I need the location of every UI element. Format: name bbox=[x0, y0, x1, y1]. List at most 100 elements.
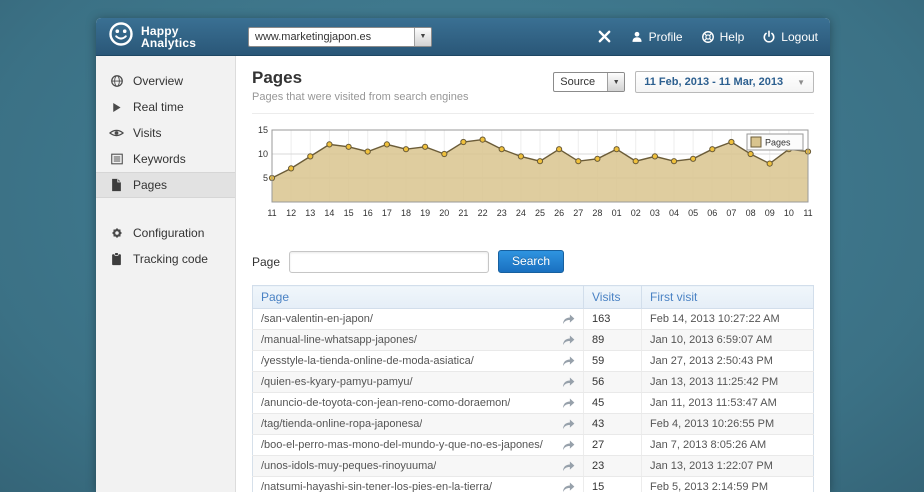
page-cell: /manual-line-whatsapp-japones/ bbox=[252, 329, 584, 351]
profile-button[interactable]: Profile bbox=[630, 30, 683, 44]
table-row: /san-valentin-en-japon/163 Feb 14, 2013 1… bbox=[252, 308, 814, 330]
top-actions: Profile Help Logout bbox=[597, 29, 818, 44]
column-header-first-visit[interactable]: First visit bbox=[641, 285, 814, 309]
sidebar-item-tracking-code[interactable]: Tracking code bbox=[96, 246, 235, 272]
open-page-icon[interactable] bbox=[562, 398, 575, 409]
table-row: /tag/tienda-online-ropa-japonesa/43 Feb 4… bbox=[252, 413, 814, 435]
open-page-icon[interactable] bbox=[562, 314, 575, 325]
sidebar-item-keywords[interactable]: Keywords bbox=[96, 146, 235, 172]
site-selector[interactable]: www.marketingjapon.es ▼ bbox=[248, 26, 432, 47]
help-label: Help bbox=[719, 29, 745, 44]
open-page-icon[interactable] bbox=[562, 335, 575, 346]
open-page-icon[interactable] bbox=[562, 377, 575, 388]
first-visit-value: Jan 13, 2013 11:25:42 PM bbox=[641, 371, 814, 393]
gear-icon bbox=[109, 226, 124, 240]
page-subtitle: Pages that were visited from search engi… bbox=[252, 91, 469, 103]
svg-text:26: 26 bbox=[554, 208, 564, 218]
table-row: /boo-el-perro-mas-mono-del-mundo-y-que-n… bbox=[252, 434, 814, 456]
svg-text:02: 02 bbox=[631, 208, 641, 218]
open-page-icon[interactable] bbox=[562, 356, 575, 367]
search-button[interactable]: Search bbox=[498, 250, 565, 273]
svg-text:10: 10 bbox=[784, 208, 794, 218]
page-path[interactable]: /natsumi-hayashi-sin-tener-los-pies-en-l… bbox=[261, 481, 492, 492]
table-row: /manual-line-whatsapp-japones/89 Jan 10, … bbox=[252, 329, 814, 351]
sidebar-item-label: Pages bbox=[133, 178, 168, 192]
page-path[interactable]: /unos-idols-muy-peques-rinoyuuma/ bbox=[261, 460, 436, 472]
page-path[interactable]: /yesstyle-la-tienda-online-de-moda-asiat… bbox=[261, 355, 474, 367]
svg-text:5: 5 bbox=[263, 173, 268, 183]
sidebar-item-label: Tracking code bbox=[133, 252, 208, 266]
app-window: Happy Analytics www.marketingjapon.es ▼ … bbox=[96, 18, 830, 492]
table-row: /unos-idols-muy-peques-rinoyuuma/23 Jan 1… bbox=[252, 455, 814, 477]
page-path[interactable]: /san-valentin-en-japon/ bbox=[261, 313, 373, 325]
page-cell: /unos-idols-muy-peques-rinoyuuma/ bbox=[252, 455, 584, 477]
sidebar-item-configuration[interactable]: Configuration bbox=[96, 220, 235, 246]
app-name: Happy Analytics bbox=[141, 23, 197, 50]
open-page-icon[interactable] bbox=[562, 440, 575, 451]
page-path[interactable]: /tag/tienda-online-ropa-japonesa/ bbox=[261, 418, 422, 430]
first-visit-value: Jan 13, 2013 1:22:07 PM bbox=[641, 455, 814, 477]
clipboard-icon bbox=[109, 252, 124, 266]
column-header-visits[interactable]: Visits bbox=[583, 285, 642, 309]
svg-text:13: 13 bbox=[305, 208, 315, 218]
first-visit-value: Jan 7, 2013 8:05:26 AM bbox=[641, 434, 814, 456]
svg-text:08: 08 bbox=[746, 208, 756, 218]
table-header-row: Page Visits First visit bbox=[252, 285, 814, 309]
svg-text:01: 01 bbox=[612, 208, 622, 218]
tools-button[interactable] bbox=[597, 29, 612, 44]
app-logo: Happy Analytics bbox=[108, 21, 236, 52]
table-row: /yesstyle-la-tienda-online-de-moda-asiat… bbox=[252, 350, 814, 372]
svg-text:21: 21 bbox=[458, 208, 468, 218]
open-page-icon[interactable] bbox=[562, 461, 575, 472]
svg-text:03: 03 bbox=[650, 208, 660, 218]
help-button[interactable]: Help bbox=[701, 29, 745, 44]
logout-button[interactable]: Logout bbox=[762, 30, 818, 44]
page-path[interactable]: /quien-es-kyary-pamyu-pamyu/ bbox=[261, 376, 413, 388]
svg-text:14: 14 bbox=[324, 208, 334, 218]
page-cell: /san-valentin-en-japon/ bbox=[252, 308, 584, 330]
page-search-row: Page Search bbox=[252, 250, 814, 273]
open-page-icon[interactable] bbox=[562, 419, 575, 430]
open-page-icon[interactable] bbox=[562, 482, 575, 492]
sidebar-item-label: Overview bbox=[133, 74, 184, 88]
svg-text:25: 25 bbox=[535, 208, 545, 218]
page-cell: /yesstyle-la-tienda-online-de-moda-asiat… bbox=[252, 350, 584, 372]
svg-text:11: 11 bbox=[803, 208, 812, 218]
first-visit-value: Feb 4, 2013 10:26:55 PM bbox=[641, 413, 814, 435]
visits-value: 89 bbox=[583, 329, 642, 351]
svg-text:22: 22 bbox=[478, 208, 488, 218]
list-icon bbox=[109, 152, 124, 166]
page-cell: /anuncio-de-toyota-con-jean-reno-como-do… bbox=[252, 392, 584, 414]
sidebar-item-visits[interactable]: Visits bbox=[96, 120, 235, 146]
page-path[interactable]: /boo-el-perro-mas-mono-del-mundo-y-que-n… bbox=[261, 439, 543, 451]
page-header: Pages Pages that were visited from searc… bbox=[252, 68, 814, 114]
svg-text:15: 15 bbox=[344, 208, 354, 218]
page-search-input[interactable] bbox=[289, 250, 490, 273]
visits-value: 163 bbox=[583, 308, 642, 330]
svg-text:18: 18 bbox=[401, 208, 411, 218]
page-path[interactable]: /anuncio-de-toyota-con-jean-reno-como-do… bbox=[261, 397, 510, 409]
svg-text:11: 11 bbox=[267, 208, 276, 218]
svg-text:19: 19 bbox=[420, 208, 430, 218]
date-range-picker[interactable]: 11 Feb, 2013 - 11 Mar, 2013 ▼ bbox=[635, 71, 814, 93]
svg-text:17: 17 bbox=[382, 208, 392, 218]
play-icon bbox=[109, 101, 124, 114]
sidebar-item-real-time[interactable]: Real time bbox=[96, 94, 235, 120]
sidebar-item-pages[interactable]: Pages bbox=[96, 172, 235, 198]
column-header-page[interactable]: Page bbox=[252, 285, 584, 309]
smiley-logo-icon bbox=[108, 21, 134, 52]
table-row: /anuncio-de-toyota-con-jean-reno-como-do… bbox=[252, 392, 814, 414]
svg-text:15: 15 bbox=[258, 125, 268, 135]
source-selector[interactable]: Source ▼ bbox=[553, 72, 626, 92]
person-icon bbox=[632, 31, 642, 42]
visits-value: 27 bbox=[583, 434, 642, 456]
first-visit-value: Feb 14, 2013 10:27:22 AM bbox=[641, 308, 814, 330]
sidebar-item-overview[interactable]: Overview bbox=[96, 68, 235, 94]
page-path[interactable]: /manual-line-whatsapp-japones/ bbox=[261, 334, 417, 346]
svg-text:23: 23 bbox=[497, 208, 507, 218]
visits-value: 45 bbox=[583, 392, 642, 414]
chart-legend: Pages bbox=[746, 133, 804, 151]
source-selector-value: Source bbox=[560, 76, 596, 88]
svg-text:12: 12 bbox=[286, 208, 296, 218]
